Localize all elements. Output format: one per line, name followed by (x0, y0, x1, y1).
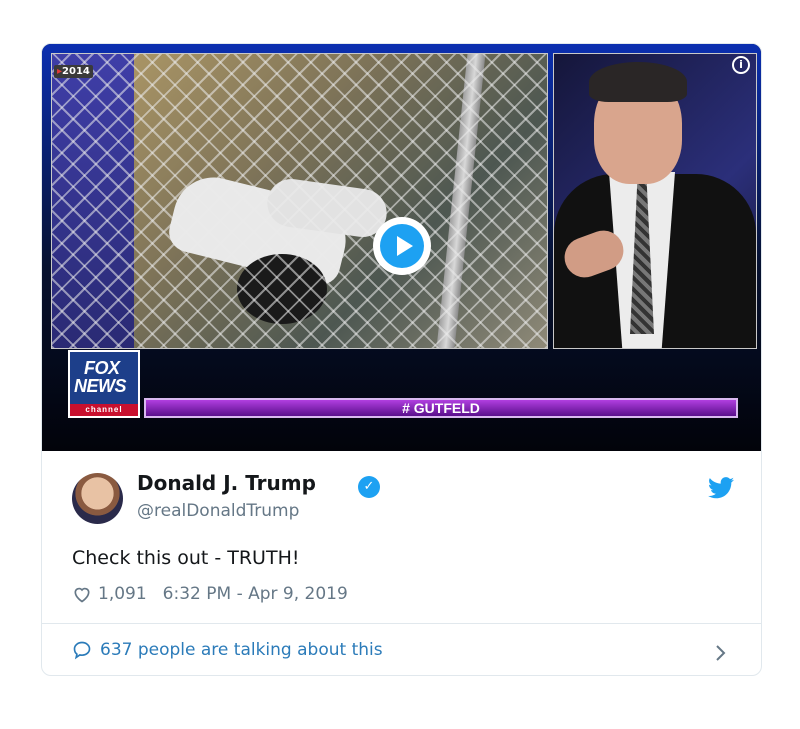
verified-icon: ✓ (358, 476, 380, 498)
year-badge: ▸2014 (54, 65, 93, 78)
chain-link-fence (52, 54, 547, 348)
video-left-panel (51, 53, 548, 349)
info-icon[interactable]: i (732, 56, 750, 74)
chevron-right-icon[interactable] (714, 643, 728, 663)
video-media[interactable]: ▸2014 i FOX NEWS channel # GUTFELD (42, 44, 761, 451)
tweet-body: Donald J. Trump ✓ @realDonaldTrump Check… (42, 451, 761, 675)
speech-bubble-icon (73, 641, 91, 660)
tweet-text: Check this out - TRUTH! (72, 547, 300, 569)
author-handle[interactable]: @realDonaldTrump (137, 501, 299, 521)
divider (42, 623, 761, 624)
show-hashtag-banner: # GUTFELD (144, 398, 738, 418)
play-icon (380, 224, 424, 268)
conversation-link[interactable]: 637 people are talking about this (72, 640, 383, 660)
play-button[interactable] (373, 217, 431, 275)
fox-news-logo: FOX NEWS channel (68, 350, 140, 418)
author-name[interactable]: Donald J. Trump (137, 471, 316, 495)
tweet-meta: 1,091 6:32 PM - Apr 9, 2019 (72, 584, 348, 604)
heart-icon[interactable] (72, 584, 92, 604)
like-count[interactable]: 1,091 (98, 584, 147, 604)
avatar[interactable] (72, 473, 123, 524)
conversation-text[interactable]: 637 people are talking about this (100, 640, 383, 660)
timestamp-link[interactable]: 6:32 PM - Apr 9, 2019 (163, 584, 348, 604)
video-right-panel (553, 53, 757, 349)
year-badge-text: 2014 (62, 66, 90, 77)
twitter-bird-icon[interactable] (708, 477, 734, 499)
tweet-embed-card[interactable]: ▸2014 i FOX NEWS channel # GUTFELD Donal… (41, 43, 762, 676)
